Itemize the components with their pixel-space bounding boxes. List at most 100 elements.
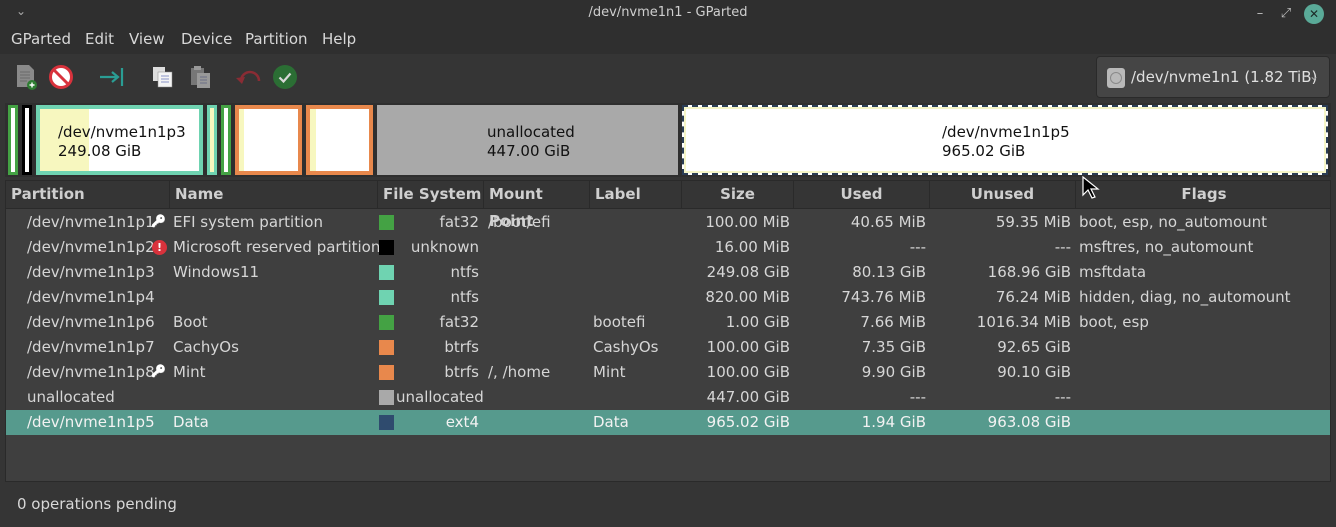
- disk-partition-map: /dev/nvme1n1p3 249.08 GiB unallocated 44…: [5, 103, 1331, 177]
- column-partition[interactable]: Partition: [6, 181, 170, 209]
- diskmap-p1[interactable]: [8, 105, 18, 175]
- maximize-icon[interactable]: ⤢: [1276, 4, 1296, 24]
- column-label[interactable]: Label: [590, 181, 682, 209]
- unused-cell: 1016.34 MiB: [976, 313, 1071, 331]
- used-cell: ---: [909, 238, 926, 256]
- diskmap-p8[interactable]: [306, 105, 373, 175]
- unused-cell: ---: [1054, 388, 1071, 406]
- partition-cell: /dev/nvme1n1p4: [27, 288, 155, 306]
- partition-cell: /dev/nvme1n1p7: [27, 338, 155, 356]
- unused-cell: 76.24 MiB: [995, 288, 1071, 306]
- fs-color-swatch: [379, 365, 394, 380]
- filesystem-cell: btrfs: [444, 338, 479, 356]
- diskmap-p3-size: 249.08 GiB: [58, 142, 142, 160]
- table-row[interactable]: /dev/nvme1n1p2 Microsoft reserved partit…: [6, 235, 1330, 260]
- device-selector[interactable]: /dev/nvme1n1 (1.82 TiB) ⌄: [1096, 56, 1330, 98]
- paste-icon: [191, 66, 210, 88]
- table-row[interactable]: /dev/nvme1n1p5 Data ext4 Data 965.02 GiB…: [6, 410, 1330, 435]
- column-used[interactable]: Used: [794, 181, 930, 209]
- close-icon[interactable]: ✕: [1304, 4, 1324, 24]
- used-cell: 80.13 GiB: [852, 263, 926, 281]
- resize-move-button[interactable]: [98, 64, 124, 90]
- used-cell: ---: [909, 388, 926, 406]
- partition-cell: /dev/nvme1n1p6: [27, 313, 155, 331]
- device-selector-value: /dev/nvme1n1 (1.82 TiB): [1131, 68, 1318, 86]
- column-flags[interactable]: Flags: [1076, 181, 1332, 209]
- diskmap-p6[interactable]: [221, 105, 231, 175]
- name-cell: Microsoft reserved partition: [173, 238, 381, 256]
- partition-cell: /dev/nvme1n1p5: [27, 413, 155, 431]
- copy-button[interactable]: [149, 64, 175, 90]
- column-file-system[interactable]: File System: [378, 181, 484, 209]
- partition-cell: unallocated: [27, 388, 115, 406]
- menu-partition[interactable]: Partition: [245, 30, 308, 48]
- fs-color-swatch: [379, 415, 394, 430]
- diskmap-p5[interactable]: /dev/nvme1n1p5 965.02 GiB: [682, 105, 1328, 175]
- no-entry-icon: [49, 65, 73, 89]
- diskmap-p2[interactable]: [22, 105, 32, 175]
- label-cell: Data: [593, 413, 629, 431]
- chevron-down-icon: ⌄: [1309, 69, 1320, 83]
- name-cell: Mint: [173, 363, 206, 381]
- menu-view[interactable]: View: [129, 30, 165, 48]
- undo-icon: [236, 70, 261, 84]
- partition-cell: /dev/nvme1n1p1: [27, 213, 155, 231]
- check-circle-icon: [273, 65, 297, 89]
- column-name[interactable]: Name: [170, 181, 378, 209]
- mouse-cursor-icon: [1082, 176, 1100, 199]
- partition-table: Partition Name File System Mount Point L…: [5, 180, 1331, 482]
- table-row[interactable]: /dev/nvme1n1p4 ntfs 820.00 MiB 743.76 Mi…: [6, 285, 1330, 310]
- column-unused[interactable]: Unused: [930, 181, 1076, 209]
- title-bar: ⌄ /dev/nvme1n1 - GParted – ⤢ ✕: [0, 0, 1336, 28]
- apply-button[interactable]: [272, 64, 298, 90]
- fs-color-swatch: [379, 315, 394, 330]
- fs-color-swatch: [379, 290, 394, 305]
- paste-button[interactable]: [187, 64, 213, 90]
- used-cell: 40.65 MiB: [850, 213, 926, 231]
- menu-edit[interactable]: Edit: [85, 30, 114, 48]
- used-space-bar: [239, 109, 244, 171]
- partition-cell: /dev/nvme1n1p8: [27, 363, 155, 381]
- filesystem-cell: unknown: [410, 238, 479, 256]
- size-cell: 1.00 GiB: [725, 313, 790, 331]
- diskmap-p4[interactable]: [207, 105, 217, 175]
- column-size[interactable]: Size: [682, 181, 794, 209]
- flags-cell: hidden, diag, no_automount: [1079, 288, 1291, 306]
- table-row[interactable]: /dev/nvme1n1p6 Boot fat32 bootefi 1.00 G…: [6, 310, 1330, 335]
- table-row[interactable]: unallocated unallocated 447.00 GiB --- -…: [6, 385, 1330, 410]
- size-cell: 249.08 GiB: [706, 263, 790, 281]
- fs-color-swatch: [379, 265, 394, 280]
- unused-cell: 963.08 GiB: [987, 413, 1071, 431]
- diskmap-unallocated-label: unallocated: [487, 123, 575, 141]
- menu-help[interactable]: Help: [322, 30, 356, 48]
- diskmap-unallocated[interactable]: unallocated 447.00 GiB: [377, 105, 678, 175]
- flags-cell: msftdata: [1079, 263, 1147, 281]
- label-cell: Mint: [593, 363, 626, 381]
- table-row[interactable]: /dev/nvme1n1p8 Mint btrfs /, /home Mint …: [6, 360, 1330, 385]
- new-partition-button[interactable]: [13, 64, 39, 90]
- menu-bar: GParted Edit View Device Partition Help: [0, 28, 1336, 54]
- table-row[interactable]: /dev/nvme1n1p1 EFI system partition fat3…: [6, 210, 1330, 235]
- filesystem-cell: fat32: [439, 213, 479, 231]
- mount-point-cell: /, /home: [488, 363, 551, 381]
- name-cell: Boot: [173, 313, 208, 331]
- diskmap-p3[interactable]: /dev/nvme1n1p3 249.08 GiB: [36, 105, 203, 175]
- size-cell: 100.00 GiB: [706, 363, 790, 381]
- delete-partition-button[interactable]: [48, 64, 74, 90]
- menu-device[interactable]: Device: [181, 30, 232, 48]
- table-row[interactable]: /dev/nvme1n1p7 CachyOs btrfs CashyOs 100…: [6, 335, 1330, 360]
- flags-cell: msftres, no_automount: [1079, 238, 1254, 256]
- minimize-icon[interactable]: –: [1250, 4, 1270, 24]
- menu-gparted[interactable]: GParted: [11, 30, 71, 48]
- diskmap-p3-label: /dev/nvme1n1p3: [58, 123, 186, 141]
- unused-cell: ---: [1054, 238, 1071, 256]
- column-mount-point[interactable]: Mount Point: [484, 181, 590, 230]
- used-cell: 9.90 GiB: [861, 363, 926, 381]
- filesystem-cell: btrfs: [444, 363, 479, 381]
- table-row[interactable]: /dev/nvme1n1p3 Windows11 ntfs 249.08 GiB…: [6, 260, 1330, 285]
- fs-color-swatch: [379, 390, 394, 405]
- name-cell: EFI system partition: [173, 213, 323, 231]
- undo-button[interactable]: [235, 64, 261, 90]
- diskmap-p7[interactable]: [235, 105, 302, 175]
- key-icon: 🔑: [151, 214, 166, 228]
